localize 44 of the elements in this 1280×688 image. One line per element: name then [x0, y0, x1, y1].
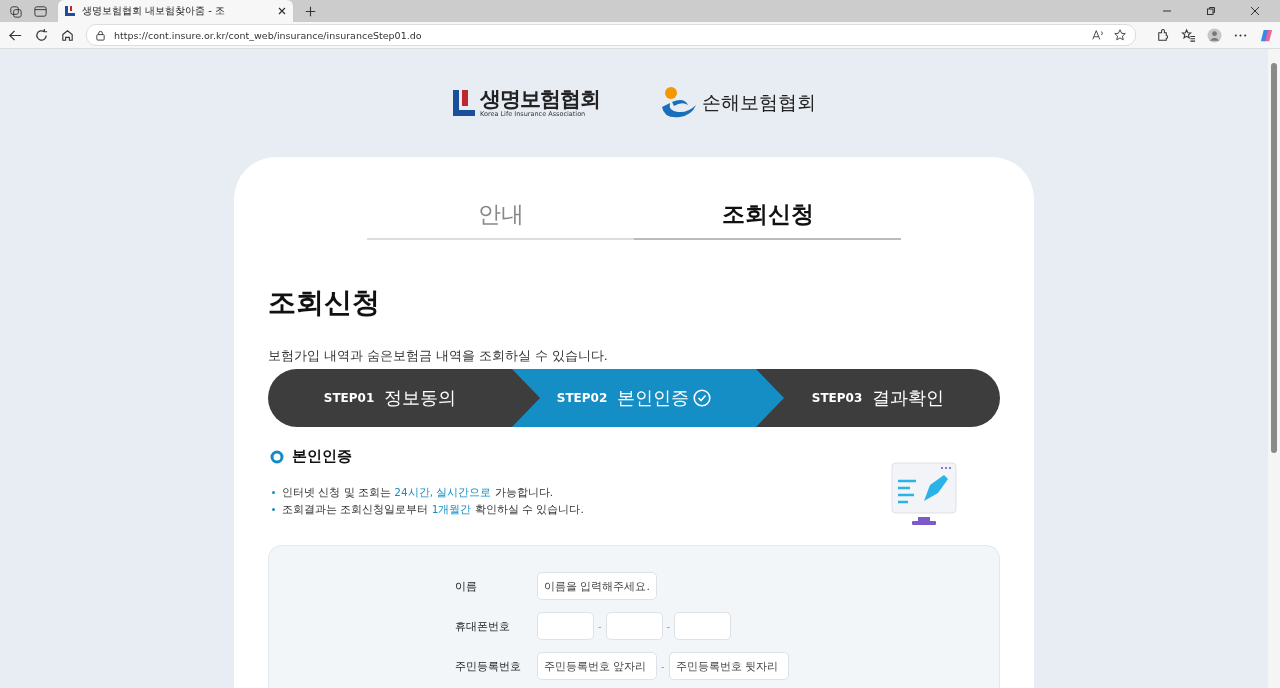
description: 보험가입 내역과 숨은보험금 내역을 조회하실 수 있습니다. — [268, 348, 609, 365]
note-text: 조회결과는 조회신청일로부터 1개월간 확인하실 수 있습니다. — [282, 502, 584, 517]
scrollbar[interactable] — [1268, 49, 1280, 688]
step-indicator: STEP02 본인인증 — [512, 369, 784, 427]
browser-tab[interactable]: 생명보험협회 내보험찾아줌 - 조 — [58, 0, 293, 22]
extensions-icon[interactable] — [1155, 27, 1170, 43]
input-field[interactable]: 주민등록번호 앞자리 — [537, 652, 657, 680]
lock-icon — [95, 29, 106, 41]
input-field[interactable] — [605, 612, 663, 640]
check-icon — [693, 389, 712, 407]
workspaces-icon[interactable] — [8, 3, 23, 19]
read-aloud-icon[interactable] — [1091, 28, 1105, 42]
star-icon[interactable] — [1113, 28, 1127, 42]
step-indicator: STEP01 정보동의 — [322, 386, 458, 410]
tab-actions-icon[interactable] — [33, 3, 48, 19]
close-icon[interactable] — [277, 6, 287, 16]
section-title: 본인인증 — [292, 447, 352, 466]
restore-icon[interactable] — [1206, 6, 1216, 16]
field-label: 이름 — [455, 578, 478, 594]
separator-dash: - — [598, 620, 602, 632]
tab[interactable]: 안내 — [367, 199, 634, 240]
close-icon[interactable] — [1250, 6, 1260, 16]
input-field[interactable] — [674, 612, 732, 640]
favorites-icon[interactable] — [1181, 27, 1196, 43]
site-logo-icon — [64, 5, 76, 17]
nonlife-insurance-logo[interactable]: 손해보험협회 — [658, 85, 816, 121]
input-field[interactable] — [537, 612, 594, 640]
ring-icon — [270, 449, 284, 464]
separator-dash: - — [661, 660, 665, 672]
copilot-icon[interactable] — [1259, 27, 1274, 43]
step-indicator: STEP03 결과확인 — [810, 386, 946, 410]
refresh-icon[interactable] — [34, 27, 49, 43]
separator-dash: - — [666, 620, 671, 632]
input-field[interactable]: 이름을 입력해주세요. — [537, 572, 657, 600]
field-label: 주민등록번호 — [455, 658, 522, 674]
tab[interactable]: 조회신청 — [634, 199, 901, 240]
home-icon[interactable] — [60, 27, 75, 43]
note-text: 인터넷 신청 및 조회는 24시간, 실시간으로 가능합니다. — [282, 485, 554, 500]
address-bar[interactable]: https://cont.insure.or.kr/cont_web/insurance/insuranceStep01.do — [86, 24, 1136, 46]
field-label: 휴대폰번호 — [455, 618, 511, 634]
input-field[interactable]: 주민등록번호 뒷자리 — [668, 652, 789, 680]
profile-icon[interactable] — [1207, 27, 1222, 43]
page-heading: 조회신청 — [268, 285, 381, 321]
monitor-pen-drawing — [890, 461, 960, 527]
